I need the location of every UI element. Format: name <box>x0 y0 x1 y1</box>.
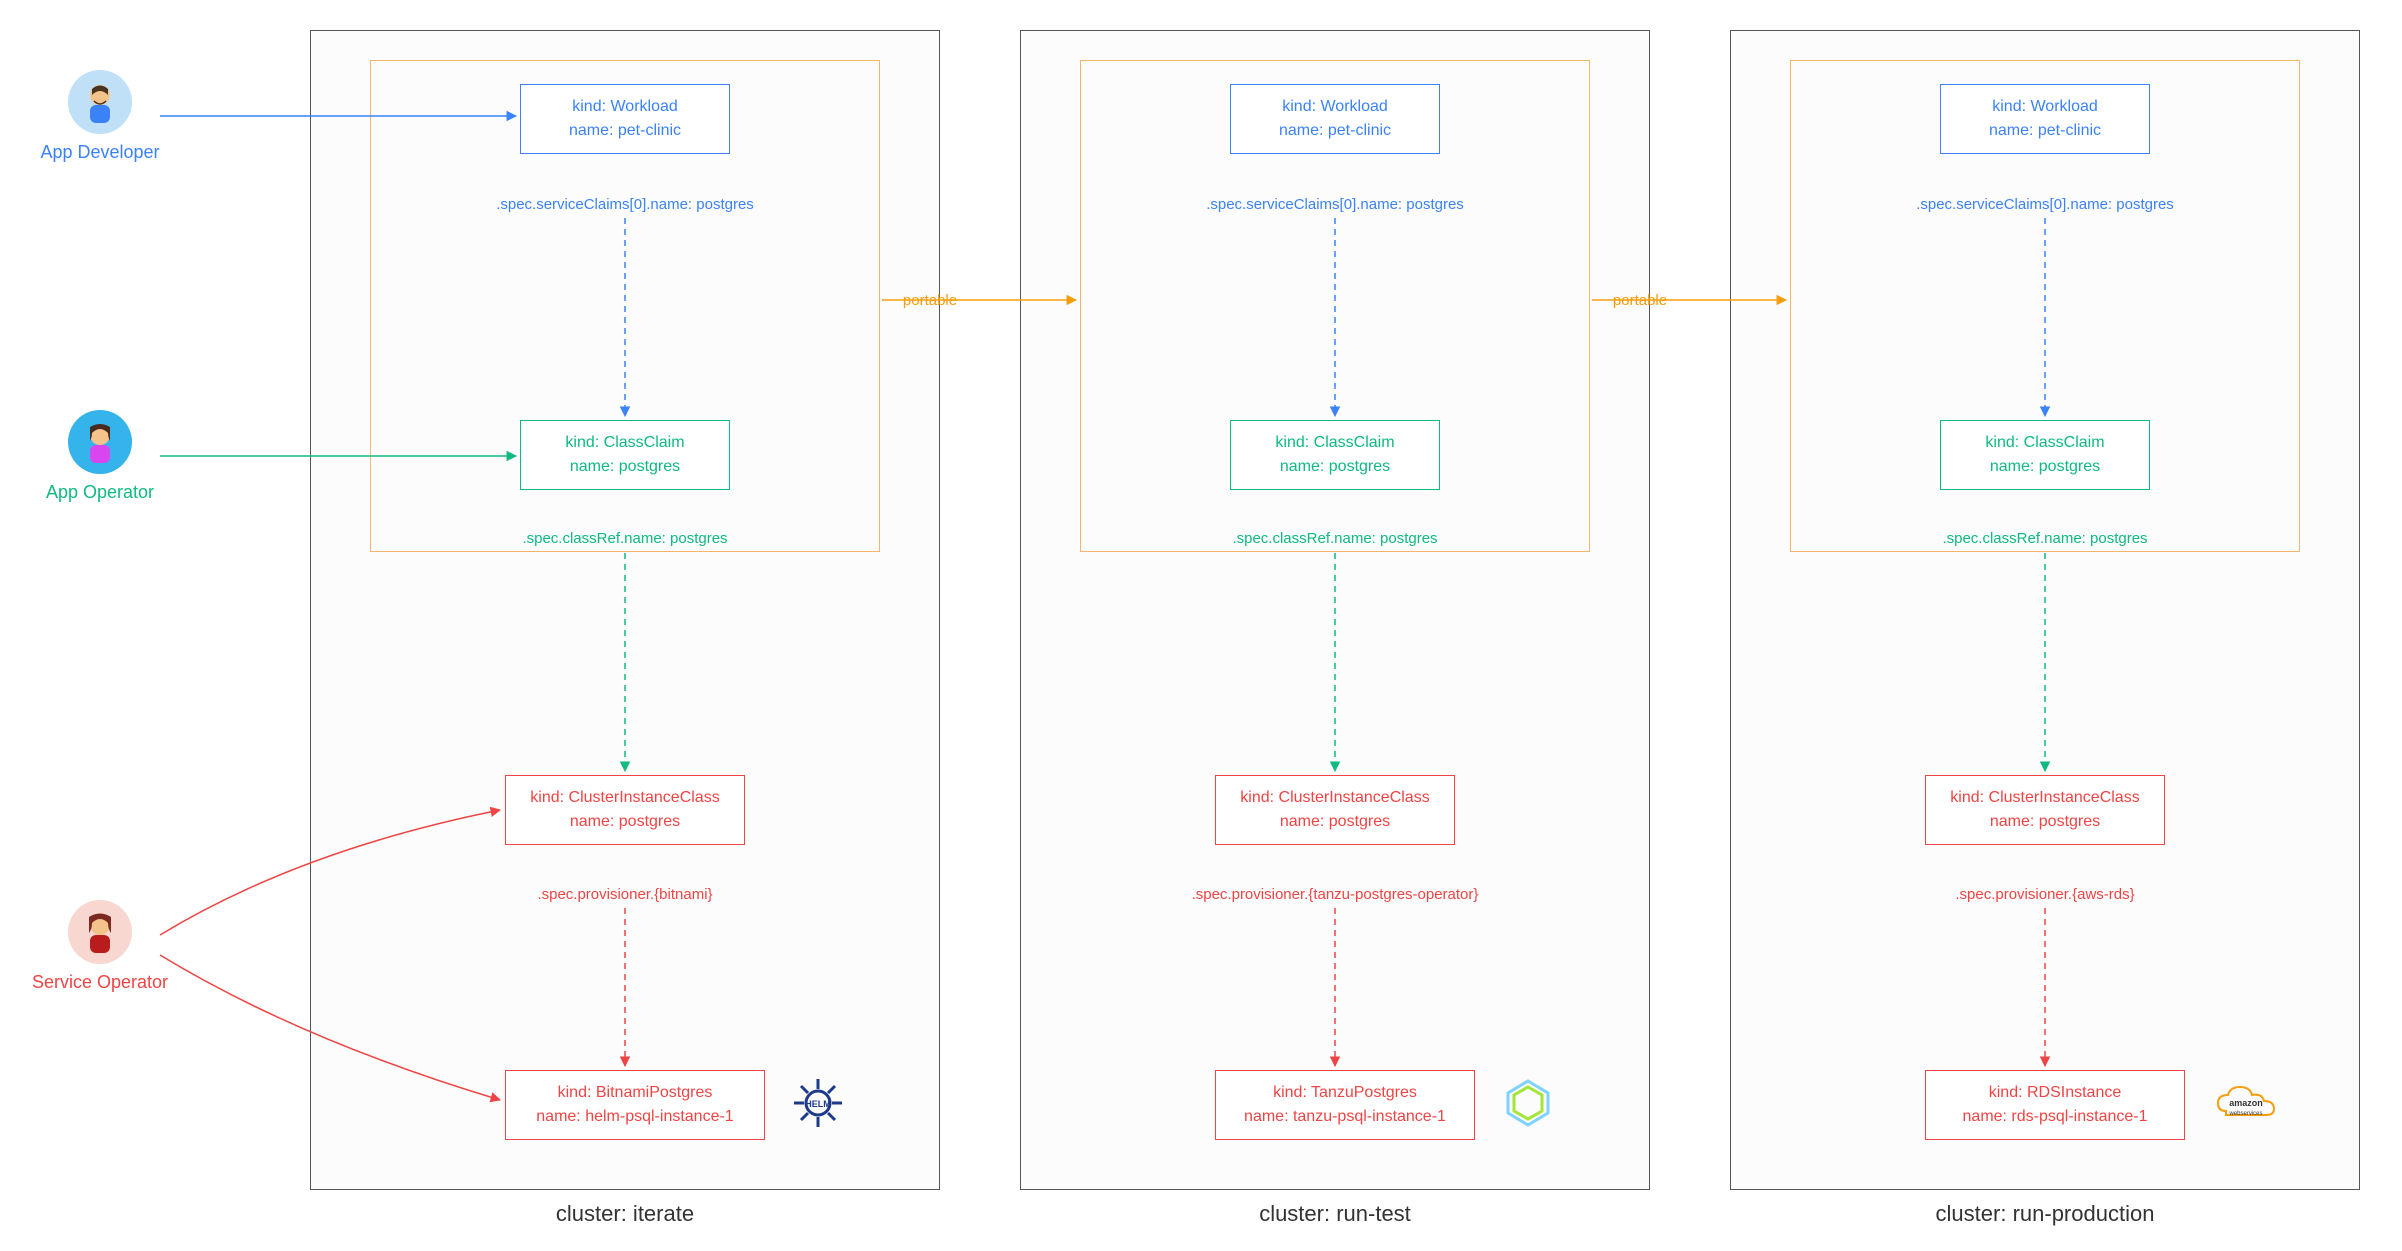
classclaim-kind: kind: ClassClaim <box>533 431 717 455</box>
workload-name: name: pet-clinic <box>1953 119 2137 143</box>
instance-name: name: rds-psql-instance-1 <box>1938 1105 2172 1129</box>
portable-label-2: portable <box>1510 292 1770 309</box>
cluster-run-test-label: cluster: run-test <box>1021 1201 1649 1227</box>
class-kind: kind: ClusterInstanceClass <box>518 786 732 810</box>
workload-kind: kind: Workload <box>533 95 717 119</box>
cluster-run-production-label: cluster: run-production <box>1731 1201 2359 1227</box>
class-node-run-production: kind: ClusterInstanceClass name: postgre… <box>1925 775 2165 845</box>
instance-node-run-production: kind: RDSInstance name: rds-psql-instanc… <box>1925 1070 2185 1140</box>
classclaim-spec-run-production: .spec.classRef.name: postgres <box>1865 530 2225 547</box>
provisioner-run-production: .spec.provisioner.{aws-rds} <box>1865 886 2225 903</box>
persona-app-operator: App Operator <box>30 410 170 503</box>
classclaim-node-run-test: kind: ClassClaim name: postgres <box>1230 420 1440 490</box>
class-kind: kind: ClusterInstanceClass <box>1228 786 1442 810</box>
aws-icon: amazon webservices <box>2208 1075 2284 1131</box>
classclaim-name: name: postgres <box>1953 455 2137 479</box>
classclaim-kind: kind: ClassClaim <box>1953 431 2137 455</box>
classclaim-node-iterate: kind: ClassClaim name: postgres <box>520 420 730 490</box>
workload-name: name: pet-clinic <box>1243 119 1427 143</box>
instance-kind: kind: RDSInstance <box>1938 1081 2172 1105</box>
class-node-iterate: kind: ClusterInstanceClass name: postgre… <box>505 775 745 845</box>
workload-name: name: pet-clinic <box>533 119 717 143</box>
provisioner-iterate: .spec.provisioner.{bitnami} <box>445 886 805 903</box>
classclaim-kind: kind: ClassClaim <box>1243 431 1427 455</box>
persona-app-operator-label: App Operator <box>30 482 170 503</box>
avatar-service-operator <box>68 900 132 964</box>
person-icon <box>75 77 125 127</box>
avatar-app-developer <box>68 70 132 134</box>
portable-label-1: portable <box>800 292 1060 309</box>
class-kind: kind: ClusterInstanceClass <box>1938 786 2152 810</box>
classclaim-spec-run-test: .spec.classRef.name: postgres <box>1155 530 1515 547</box>
svg-text:HELM: HELM <box>805 1099 831 1109</box>
classclaim-node-run-production: kind: ClassClaim name: postgres <box>1940 420 2150 490</box>
classclaim-name: name: postgres <box>1243 455 1427 479</box>
svg-text:webservices: webservices <box>2228 1111 2262 1117</box>
workload-node-run-test: kind: Workload name: pet-clinic <box>1230 84 1440 154</box>
workload-spec-iterate: .spec.serviceClaims[0].name: postgres <box>445 196 805 213</box>
instance-name: name: tanzu-psql-instance-1 <box>1228 1105 1462 1129</box>
instance-kind: kind: TanzuPostgres <box>1228 1081 1462 1105</box>
workload-kind: kind: Workload <box>1953 95 2137 119</box>
persona-service-operator-label: Service Operator <box>30 972 170 993</box>
workload-spec-run-test: .spec.serviceClaims[0].name: postgres <box>1155 196 1515 213</box>
classclaim-name: name: postgres <box>533 455 717 479</box>
person-icon <box>75 417 125 467</box>
classclaim-spec-iterate: .spec.classRef.name: postgres <box>445 530 805 547</box>
persona-app-developer-label: App Developer <box>30 142 170 163</box>
cluster-iterate-label: cluster: iterate <box>311 1201 939 1227</box>
class-name: name: postgres <box>1228 810 1442 834</box>
provisioner-run-test: .spec.provisioner.{tanzu-postgres-operat… <box>1155 886 1515 903</box>
persona-app-developer: App Developer <box>30 70 170 163</box>
avatar-app-operator <box>68 410 132 474</box>
workload-spec-run-production: .spec.serviceClaims[0].name: postgres <box>1865 196 2225 213</box>
workload-node-run-production: kind: Workload name: pet-clinic <box>1940 84 2150 154</box>
svg-text:amazon: amazon <box>2229 1098 2263 1108</box>
person-icon <box>75 907 125 957</box>
instance-node-run-test: kind: TanzuPostgres name: tanzu-psql-ins… <box>1215 1070 1475 1140</box>
class-name: name: postgres <box>1938 810 2152 834</box>
workload-kind: kind: Workload <box>1243 95 1427 119</box>
workload-node-iterate: kind: Workload name: pet-clinic <box>520 84 730 154</box>
class-node-run-test: kind: ClusterInstanceClass name: postgre… <box>1215 775 1455 845</box>
instance-kind: kind: BitnamiPostgres <box>518 1081 752 1105</box>
instance-node-iterate: kind: BitnamiPostgres name: helm-psql-in… <box>505 1070 765 1140</box>
instance-name: name: helm-psql-instance-1 <box>518 1105 752 1129</box>
tanzu-icon <box>1500 1075 1556 1131</box>
helm-icon: HELM <box>790 1075 846 1131</box>
class-name: name: postgres <box>518 810 732 834</box>
persona-service-operator: Service Operator <box>30 900 170 993</box>
